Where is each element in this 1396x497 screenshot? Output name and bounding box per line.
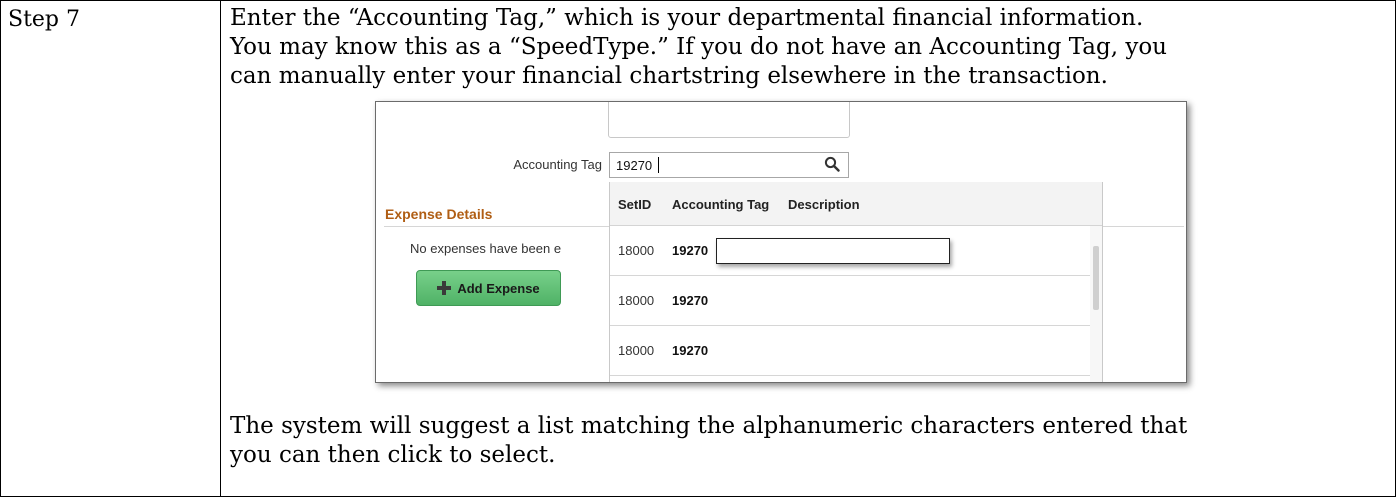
note-text: The system will suggest a list matching …	[230, 412, 1187, 470]
instruction-line: You may know this as a “SpeedType.” If y…	[230, 34, 1167, 60]
row-setid: 18000	[618, 343, 655, 358]
dropdown-row[interactable]: 18000 19270	[610, 276, 1090, 326]
note-line: The system will suggest a list matching …	[230, 413, 1188, 439]
scroll-thumb[interactable]	[1093, 246, 1099, 310]
row-setid: 18000	[618, 243, 655, 258]
row-setid: 18000	[618, 293, 655, 308]
add-expense-label: Add Expense	[457, 280, 540, 296]
suggestion-dropdown: SetID Accounting Tag Description 18000 1…	[609, 182, 1103, 382]
app-screenshot: Accounting Tag Expense Details No expens…	[375, 101, 1187, 383]
table-border-top	[0, 0, 1396, 1]
dropdown-row[interactable]: 18000 19270	[610, 326, 1090, 376]
table-border-left	[0, 0, 1, 497]
add-expense-button[interactable]: Add Expense	[416, 270, 561, 306]
step-label: Step 7	[8, 7, 81, 32]
instruction-line: Enter the “Accounting Tag,” which is you…	[230, 5, 1144, 31]
column-header-description: Description	[788, 197, 860, 212]
column-header-setid: SetID	[618, 197, 652, 212]
no-expenses-message: No expenses have been e	[410, 241, 562, 256]
accounting-tag-input[interactable]	[609, 152, 849, 178]
dropdown-scrollbar[interactable]	[1090, 226, 1102, 382]
row-tag: 19270	[672, 343, 709, 358]
dropdown-row[interactable]: 18000 19270	[610, 226, 1090, 276]
dropdown-header: SetID Accounting Tag Description	[610, 182, 1102, 226]
instruction-text: Enter the “Accounting Tag,” which is you…	[230, 4, 1167, 91]
previous-field	[608, 102, 850, 138]
expense-details-title: Expense Details	[385, 206, 493, 222]
note-line: you can then click to select.	[230, 442, 556, 468]
accounting-tag-label: Accounting Tag	[513, 157, 602, 172]
redaction-box	[716, 238, 950, 264]
instruction-line: can manually enter your financial charts…	[230, 63, 1108, 89]
plus-icon	[437, 281, 452, 295]
search-icon[interactable]	[824, 156, 840, 172]
table-column-divider	[220, 0, 221, 497]
step-table: Step 7 Enter the “Accounting Tag,” which…	[0, 0, 1396, 497]
row-tag: 19270	[672, 293, 709, 308]
column-header-accounting-tag: Accounting Tag	[672, 197, 770, 212]
row-tag: 19270	[672, 243, 709, 258]
text-caret	[658, 157, 659, 173]
